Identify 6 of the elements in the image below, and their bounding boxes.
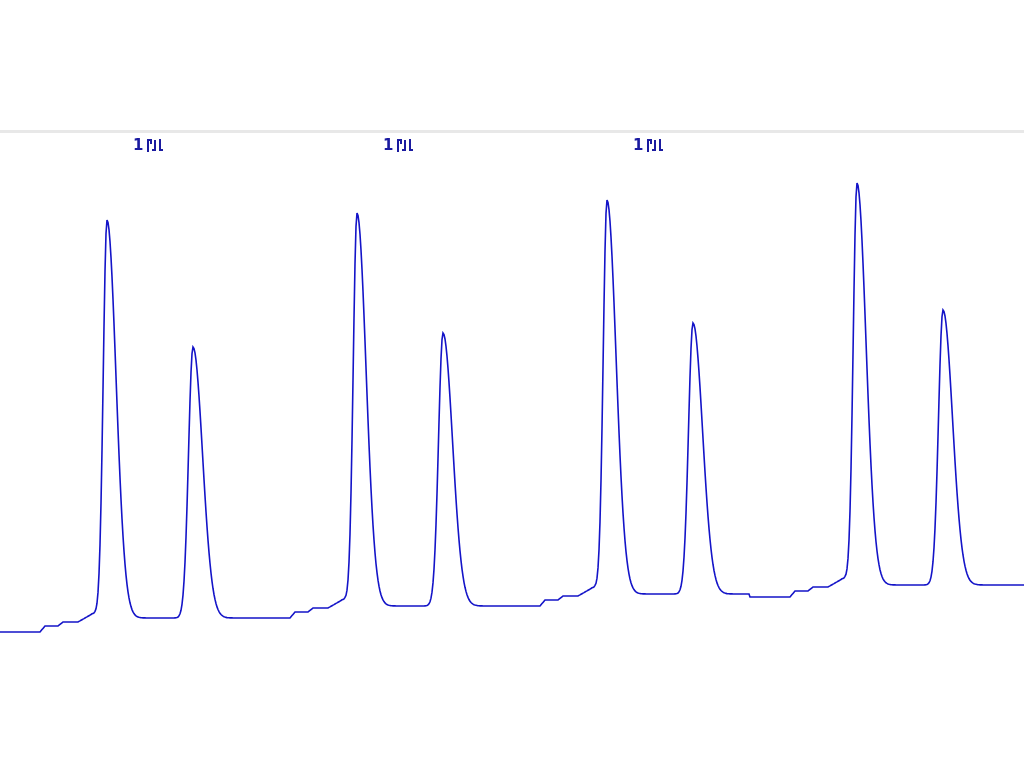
integration-mark-icon: [396, 137, 415, 153]
integration-mark-icon: [146, 137, 165, 153]
integration-mark-icon: [646, 137, 665, 153]
peak-label: 1: [383, 137, 394, 153]
peak-label: 1: [133, 137, 144, 153]
peak-label: 1: [633, 137, 644, 153]
